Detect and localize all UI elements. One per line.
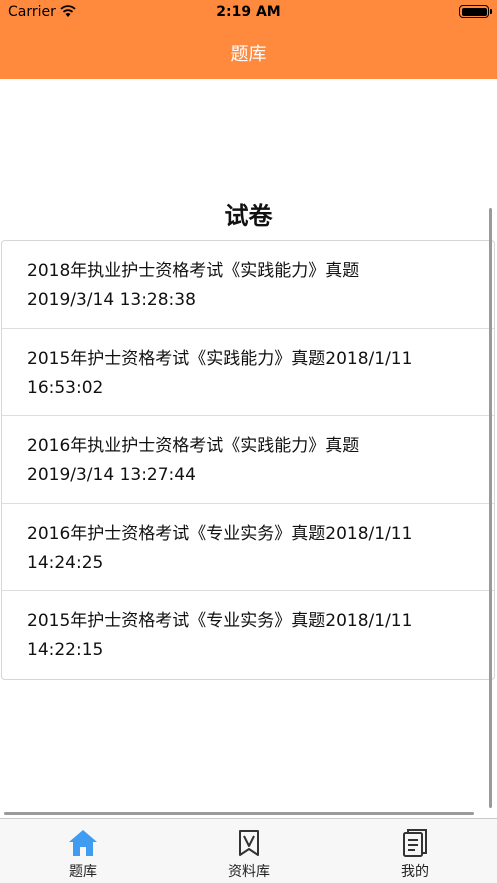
paper-item-1[interactable]: 2018年执业护士资格考试《实践能力》真题 2019/3/14 13:28:38 (2, 241, 494, 329)
paper-item-5[interactable]: 2015年护士资格考试《专业实务》真题2018/1/11 14:22:15 (2, 591, 494, 679)
tab-question-bank[interactable]: 题库 (13, 819, 153, 883)
battery-icon (459, 5, 492, 18)
bookmark-book-icon (239, 830, 259, 856)
paper-time: 2019/3/14 13:28:38 (27, 290, 196, 310)
vertical-scrollbar[interactable] (489, 208, 492, 808)
tab-label: 资料库 (228, 864, 270, 880)
tab-mine[interactable]: 我的 (345, 819, 485, 883)
horizontal-scrollbar[interactable] (4, 812, 474, 815)
tab-label: 我的 (401, 864, 429, 880)
paper-item-3[interactable]: 2016年执业护士资格考试《实践能力》真题 2019/3/14 13:27:44 (2, 416, 494, 504)
home-icon (69, 830, 97, 856)
section-title: 试卷 (224, 202, 273, 230)
tab-material-library[interactable]: 资料库 (179, 819, 319, 883)
document-icon (403, 829, 427, 857)
paper-title: 2015年护士资格考试《实践能力》真题 (27, 348, 326, 369)
paper-title: 2015年护士资格考试《专业实务》真题 (27, 611, 326, 632)
paper-title: 2016年护士资格考试《专业实务》真题 (27, 523, 326, 544)
paper-item-4[interactable]: 2016年护士资格考试《专业实务》真题2018/1/11 14:24:25 (2, 504, 494, 592)
paper-item-2[interactable]: 2015年护士资格考试《实践能力》真题2018/1/11 16:53:02 (2, 329, 494, 417)
paper-list: 2018年执业护士资格考试《实践能力》真题 2019/3/14 13:28:38… (1, 240, 495, 680)
status-time: 2:19 AM (216, 4, 281, 20)
tab-bar: 题库 资料库 我的 (0, 818, 497, 883)
paper-title: 2016年执业护士资格考试《实践能力》真题 (27, 436, 360, 457)
paper-time: 2019/3/14 13:27:44 (27, 465, 196, 486)
screen: Carrier 2:19 AM 题库 试卷 2018年执业护士资格考试《实践能力… (0, 0, 497, 883)
page-title: 题库 (230, 44, 267, 65)
top-bar: Carrier 2:19 AM 题库 (0, 0, 497, 79)
tab-label: 题库 (69, 864, 97, 880)
paper-title: 2018年执业护士资格考试《实践能力》真题 (27, 261, 360, 281)
status-bar: Carrier 2:19 AM (0, 0, 497, 24)
